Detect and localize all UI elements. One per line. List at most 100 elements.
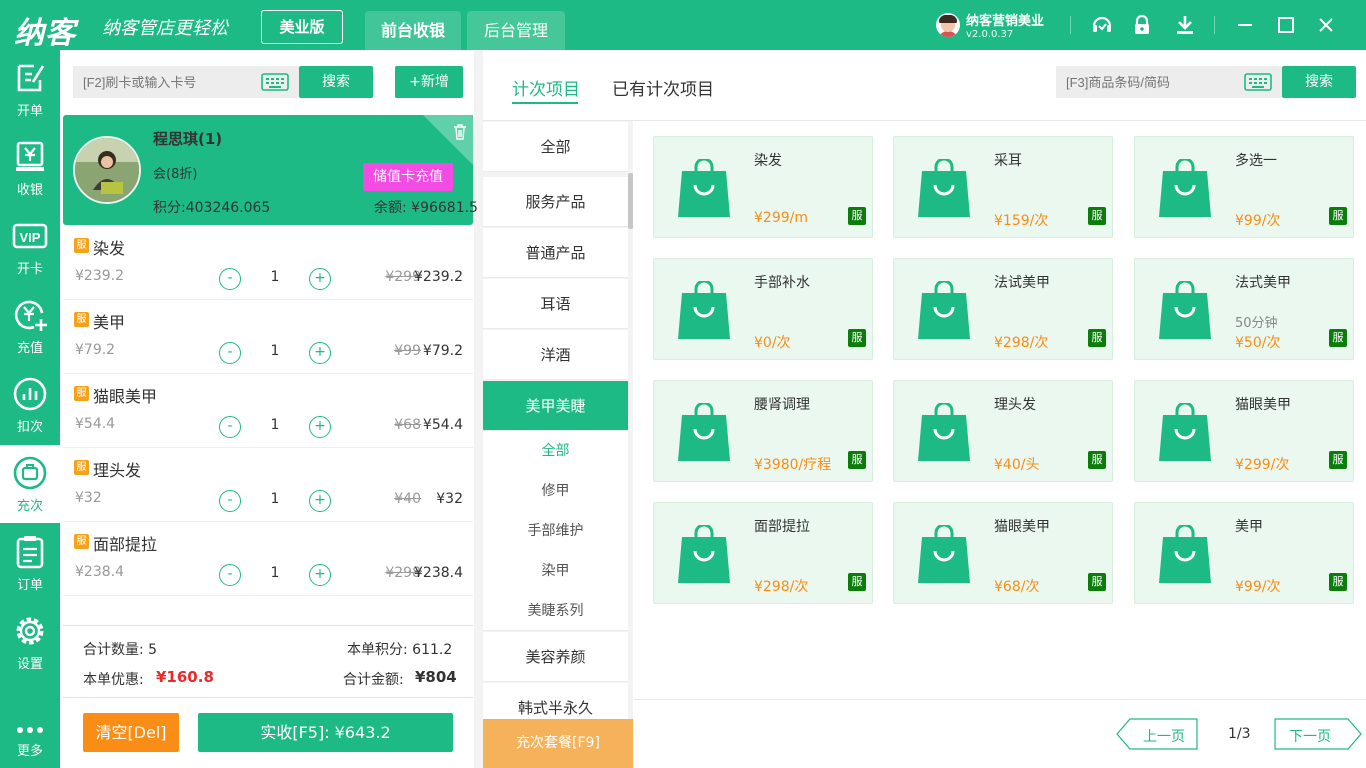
tab-front-cashier[interactable]: 前台收银 xyxy=(365,11,461,50)
category-whisper[interactable]: 耳语 xyxy=(483,279,628,329)
refill-package-button[interactable]: 充次套餐[F9] xyxy=(483,719,633,768)
product-card[interactable]: 美甲 ¥99/次 服 xyxy=(1134,502,1354,604)
product-name: 腰肾调理 xyxy=(754,397,810,413)
subcategory-hand-care[interactable]: 手部维护 xyxy=(483,511,628,551)
product-card[interactable]: 猫眼美甲 ¥68/次 服 xyxy=(893,502,1113,604)
item-quantity[interactable]: 1 xyxy=(263,343,287,359)
cart-item[interactable]: 服 理头发 ¥32 - 1 + ¥40 ¥32 xyxy=(63,448,473,522)
item-quantity[interactable]: 1 xyxy=(263,565,287,581)
product-name: 手部补水 xyxy=(754,275,810,291)
user-name[interactable]: 纳客营销美业 xyxy=(966,10,1044,29)
total-label: 合计金额: xyxy=(343,672,404,688)
cart-item[interactable]: 服 美甲 ¥79.2 - 1 + ¥99 ¥79.2 xyxy=(63,300,473,374)
prev-page-label[interactable]: 上一页 xyxy=(1130,726,1198,746)
nav-label: 设置 xyxy=(16,657,43,672)
category-nail-lash[interactable]: 美甲美睫 xyxy=(483,381,628,431)
tab-existing-count-items[interactable]: 已有计次项目 xyxy=(612,75,714,100)
item-quantity[interactable]: 1 xyxy=(263,269,287,285)
item-unit-price: ¥32 xyxy=(75,490,102,506)
product-search-button[interactable]: 搜索 xyxy=(1282,66,1356,98)
page-indicator: 1/3 xyxy=(1228,726,1251,742)
product-price: ¥299/m xyxy=(754,210,808,226)
divider xyxy=(634,699,1366,700)
shopping-bag-icon xyxy=(678,403,730,461)
keyboard-icon[interactable] xyxy=(1244,72,1272,92)
item-name: 猫眼美甲 xyxy=(93,387,158,406)
qty-increase-button[interactable]: + xyxy=(309,342,331,364)
qty-increase-button[interactable]: + xyxy=(309,268,331,290)
app-version: v2.0.0.37 xyxy=(966,29,1014,40)
product-name: 法试美甲 xyxy=(994,275,1050,291)
subcategory-lash-series[interactable]: 美睫系列 xyxy=(483,591,628,631)
nav-settings[interactable]: 设置 xyxy=(0,603,60,681)
vip-card-icon: VIP xyxy=(12,223,48,249)
subcategory-nail-dye[interactable]: 染甲 xyxy=(483,551,628,591)
checkout-button[interactable]: 实收[F5]: ¥643.2 xyxy=(198,713,453,752)
order-icon xyxy=(16,536,44,569)
minimize-icon[interactable] xyxy=(1232,12,1258,38)
subcategory-all[interactable]: 全部 xyxy=(483,431,628,471)
product-card[interactable]: 采耳 ¥159/次 服 xyxy=(893,136,1113,238)
nav-deduct[interactable]: 扣次 xyxy=(0,366,60,444)
qty-increase-button[interactable]: + xyxy=(309,490,331,512)
product-name: 染发 xyxy=(754,153,782,169)
close-icon[interactable] xyxy=(1313,12,1339,38)
product-card[interactable]: 法试美甲 ¥298/次 服 xyxy=(893,258,1113,360)
nav-more[interactable]: 更多 xyxy=(0,690,60,768)
download-icon[interactable] xyxy=(1173,13,1197,37)
order-points: 本单积分: 611.2 xyxy=(347,642,453,658)
service-tag: 服 xyxy=(848,451,866,469)
category-liquor[interactable]: 洋酒 xyxy=(483,330,628,380)
cart-item[interactable]: 服 染发 ¥239.2 - 1 + ¥299 ¥239.2 xyxy=(63,226,473,300)
qty-decrease-button[interactable]: - xyxy=(219,416,241,438)
item-quantity[interactable]: 1 xyxy=(263,491,287,507)
keyboard-icon[interactable] xyxy=(261,72,289,92)
cart-item[interactable]: 服 猫眼美甲 ¥54.4 - 1 + ¥68 ¥54.4 xyxy=(63,374,473,448)
product-card[interactable]: 腰肾调理 ¥3980/疗程服 xyxy=(653,380,873,482)
category-all[interactable]: 全部 xyxy=(483,122,628,172)
trash-icon[interactable] xyxy=(452,124,468,140)
cart-item[interactable]: 服 面部提拉 ¥238.4 - 1 + ¥298 ¥238.4 xyxy=(63,522,473,596)
qty-decrease-button[interactable]: - xyxy=(219,564,241,586)
card-search-button[interactable]: 搜索 xyxy=(299,66,373,98)
support-icon[interactable] xyxy=(1090,13,1114,37)
maximize-icon[interactable] xyxy=(1273,12,1299,38)
nav-refill[interactable]: 充次 xyxy=(0,445,60,523)
lock-icon[interactable] xyxy=(1130,13,1154,37)
discount-label: 本单优惠: xyxy=(83,672,144,688)
nav-cashier[interactable]: 收银 xyxy=(0,129,60,207)
tab-back-office[interactable]: 后台管理 xyxy=(467,11,565,50)
qty-increase-button[interactable]: + xyxy=(309,416,331,438)
qty-decrease-button[interactable]: - xyxy=(219,268,241,290)
item-quantity[interactable]: 1 xyxy=(263,417,287,433)
product-card[interactable]: 法式美甲 50分钟 ¥50/次 服 xyxy=(1134,258,1354,360)
product-card[interactable]: 手部补水 ¥0/次 服 xyxy=(653,258,873,360)
product-card[interactable]: 理头发 ¥40/头 服 xyxy=(893,380,1113,482)
product-price: ¥99/次 xyxy=(1235,213,1281,229)
nav-open-order[interactable]: 开单 xyxy=(0,50,60,128)
nav-orders[interactable]: 订单 xyxy=(0,524,60,602)
category-scrollbar[interactable] xyxy=(628,173,633,229)
category-beauty[interactable]: 美容养颜 xyxy=(483,632,628,682)
next-page-label[interactable]: 下一页 xyxy=(1276,726,1344,746)
tab-count-items[interactable]: 计次项目 xyxy=(512,75,580,100)
clear-cart-button[interactable]: 清空[Del] xyxy=(83,713,179,752)
category-service-products[interactable]: 服务产品 xyxy=(483,177,628,227)
product-card[interactable]: 猫眼美甲 ¥299/次 服 xyxy=(1134,380,1354,482)
category-normal-products[interactable]: 普通产品 xyxy=(483,228,628,278)
user-avatar[interactable] xyxy=(936,13,960,37)
product-card[interactable]: 面部提拉 ¥298/次 服 xyxy=(653,502,873,604)
item-final-price: ¥79.2 xyxy=(422,343,463,359)
subcategory-manicure[interactable]: 修甲 xyxy=(483,471,628,511)
qty-decrease-button[interactable]: - xyxy=(219,342,241,364)
qty-increase-button[interactable]: + xyxy=(309,564,331,586)
add-member-button[interactable]: +新增 xyxy=(395,66,463,98)
stored-value-recharge-button[interactable]: 储值卡充值 xyxy=(363,163,453,191)
nav-recharge[interactable]: 充值 xyxy=(0,287,60,365)
nav-open-card[interactable]: VIP 开卡 xyxy=(0,208,60,286)
qty-decrease-button[interactable]: - xyxy=(219,490,241,512)
service-tag: 服 xyxy=(1329,207,1347,225)
item-unit-price: ¥54.4 xyxy=(75,416,116,432)
product-card[interactable]: 多选一 ¥99/次 服 xyxy=(1134,136,1354,238)
product-card[interactable]: 染发 ¥299/m 服 xyxy=(653,136,873,238)
